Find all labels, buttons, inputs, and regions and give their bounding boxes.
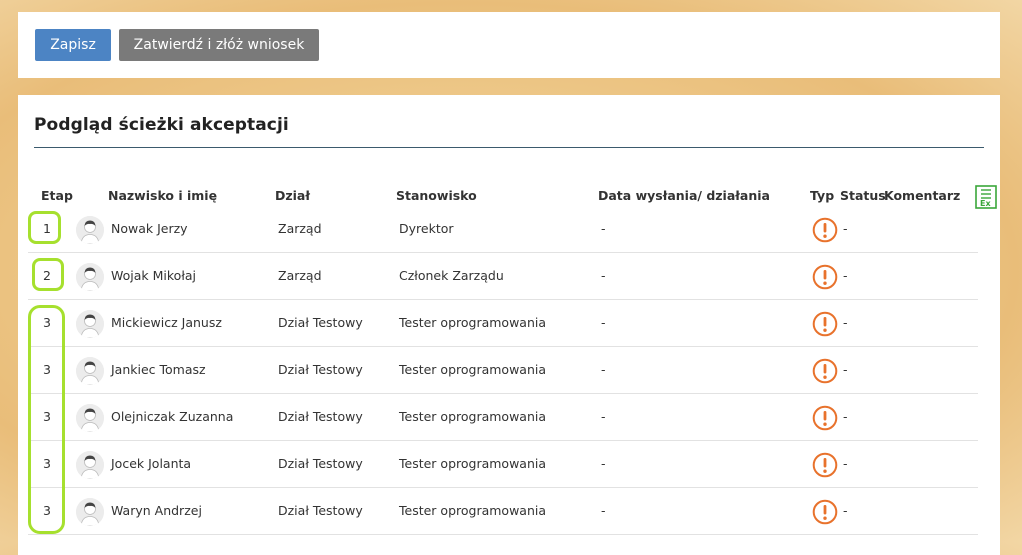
action-date: - bbox=[601, 456, 606, 471]
action-date: - bbox=[601, 315, 606, 330]
status-value: - bbox=[843, 268, 848, 283]
warning-circle-icon bbox=[812, 311, 838, 337]
svg-text:Ex: Ex bbox=[980, 199, 991, 208]
user-avatar-icon bbox=[76, 451, 104, 479]
save-button[interactable]: Zapisz bbox=[35, 29, 111, 61]
table-row: 3 Olejniczak Zuzanna Dział Testowy Tester o… bbox=[28, 394, 978, 441]
status-value: - bbox=[843, 456, 848, 471]
column-header-comment: Komentarz bbox=[884, 188, 961, 203]
title-divider bbox=[34, 147, 984, 148]
position: Tester oprogramowania bbox=[399, 503, 547, 518]
status-value: - bbox=[843, 362, 848, 377]
person-name: Nowak Jerzy bbox=[111, 221, 188, 236]
status-value: - bbox=[843, 409, 848, 424]
column-header-department: Dział bbox=[275, 188, 311, 203]
table-row: 3 Jocek Jolanta Dział Testowy Tester oprogr… bbox=[28, 441, 978, 488]
column-header-stage: Etap bbox=[41, 188, 73, 203]
user-avatar-icon bbox=[76, 357, 104, 385]
user-avatar-icon bbox=[76, 216, 104, 244]
position: Członek Zarządu bbox=[399, 268, 504, 283]
submit-request-button[interactable]: Zatwierdź i złóż wniosek bbox=[119, 29, 319, 61]
stage-highlight-2 bbox=[32, 258, 64, 291]
warning-circle-icon bbox=[812, 499, 838, 525]
position: Tester oprogramowania bbox=[399, 409, 547, 424]
status-value: - bbox=[843, 221, 848, 236]
warning-circle-icon bbox=[812, 264, 838, 290]
position: Tester oprogramowania bbox=[399, 315, 547, 330]
department: Dział Testowy bbox=[278, 315, 363, 330]
column-header-date: Data wysłania/ działania bbox=[598, 188, 770, 203]
table-row: 3 Waryn Andrzej Dział Testowy Tester oprogr… bbox=[28, 488, 978, 535]
table-row: 2 Wojak Mikołaj Zarząd Członek Zarządu - - bbox=[28, 253, 978, 300]
warning-circle-icon bbox=[812, 217, 838, 243]
user-avatar-icon bbox=[76, 404, 104, 432]
stage-highlight-3 bbox=[28, 305, 65, 534]
person-name: Waryn Andrzej bbox=[111, 503, 202, 518]
column-header-name: Nazwisko i imię bbox=[108, 188, 218, 203]
user-avatar-icon bbox=[76, 310, 104, 338]
department: Dział Testowy bbox=[278, 362, 363, 377]
action-date: - bbox=[601, 503, 606, 518]
panel-title: Podgląd ścieżki akceptacji bbox=[34, 115, 289, 135]
status-value: - bbox=[843, 315, 848, 330]
action-date: - bbox=[601, 362, 606, 377]
table-row: 3 Mickiewicz Janusz Dział Testowy Tester op… bbox=[28, 300, 978, 347]
position: Tester oprogramowania bbox=[399, 456, 547, 471]
row-divider bbox=[28, 534, 978, 535]
person-name: Wojak Mikołaj bbox=[111, 268, 197, 283]
department: Zarząd bbox=[278, 268, 322, 283]
stage-highlight-1 bbox=[28, 211, 61, 244]
column-header-type: Typ bbox=[810, 188, 835, 203]
approval-path-panel: Podgląd ścieżki akceptacji Ex Etap Nazwi… bbox=[18, 95, 1000, 555]
toolbar-panel: Zapisz Zatwierdź i złóż wniosek bbox=[18, 12, 1000, 78]
warning-circle-icon bbox=[812, 452, 838, 478]
position: Tester oprogramowania bbox=[399, 362, 547, 377]
user-avatar-icon bbox=[76, 498, 104, 526]
warning-circle-icon bbox=[812, 358, 838, 384]
column-header-position: Stanowisko bbox=[396, 188, 477, 203]
person-name: Jocek Jolanta bbox=[111, 456, 192, 471]
table-row: 1 Nowak Jerzy Zarząd Dyrektor - - bbox=[28, 206, 978, 253]
status-value: - bbox=[843, 503, 848, 518]
action-date: - bbox=[601, 221, 606, 236]
position: Dyrektor bbox=[399, 221, 454, 236]
table-row: 3 Jankiec Tomasz Dział Testowy Tester oprog… bbox=[28, 347, 978, 394]
excel-export-icon[interactable]: Ex bbox=[975, 185, 997, 209]
person-name: Mickiewicz Janusz bbox=[111, 315, 222, 330]
user-avatar-icon bbox=[76, 263, 104, 291]
column-header-status: Status bbox=[840, 188, 886, 203]
department: Dział Testowy bbox=[278, 456, 363, 471]
person-name: Olejniczak Zuzanna bbox=[111, 409, 234, 424]
department: Dział Testowy bbox=[278, 409, 363, 424]
warning-circle-icon bbox=[812, 405, 838, 431]
department: Zarząd bbox=[278, 221, 322, 236]
action-date: - bbox=[601, 268, 606, 283]
person-name: Jankiec Tomasz bbox=[111, 362, 206, 377]
department: Dział Testowy bbox=[278, 503, 363, 518]
action-date: - bbox=[601, 409, 606, 424]
